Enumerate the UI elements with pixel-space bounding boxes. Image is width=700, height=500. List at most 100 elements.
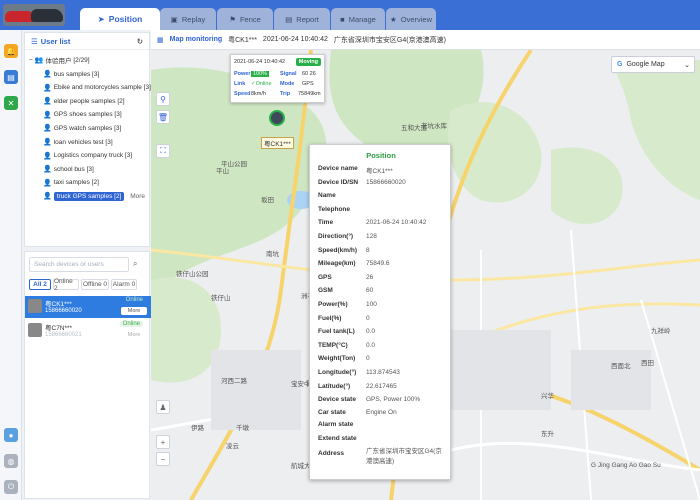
traffic-icon[interactable]: ⚲ bbox=[156, 92, 170, 106]
tree-item[interactable]: 👤 loan vehicles test [3] bbox=[25, 136, 151, 148]
chevron-down-icon: ⌄ bbox=[684, 61, 690, 69]
info-key: Longitude(°) bbox=[318, 369, 357, 376]
info-value: 0.0 bbox=[366, 328, 376, 336]
map-place-label: 河西二路 bbox=[221, 378, 247, 385]
collapse-icon[interactable]: − bbox=[29, 57, 33, 64]
search-icon[interactable]: ⌕ bbox=[133, 259, 137, 269]
tree-item[interactable]: 👤 taxi samples [2] bbox=[25, 177, 151, 189]
map-place-label: 兴华 bbox=[541, 393, 554, 400]
info-value: GPS, Power 100% bbox=[366, 396, 421, 404]
document-icon[interactable]: ▤ bbox=[4, 70, 18, 84]
globe-icon[interactable]: ◍ bbox=[4, 454, 18, 468]
info-value: Engine On bbox=[366, 408, 397, 416]
search-input[interactable]: Search devices or users bbox=[29, 257, 129, 272]
user-icon: 👤 bbox=[43, 98, 52, 106]
side-toolbar: 🔔 ▤ ✕ ● ◍ ⏻ bbox=[0, 30, 22, 500]
map-area[interactable]: ▦ Map monitoring 粤CK1*** 2021-06-24 10:4… bbox=[151, 30, 700, 500]
tree-item-label: truck GPS samples [2] bbox=[53, 191, 125, 201]
map-place-label: G Jing Gang Ao Gao Su bbox=[591, 462, 661, 469]
user-icon[interactable]: ● bbox=[4, 428, 18, 442]
info-value: 22.617465 bbox=[366, 382, 397, 390]
fullscreen-icon[interactable]: ⛶ bbox=[156, 144, 170, 158]
fence-icon: ⚑ bbox=[229, 14, 236, 24]
tab-online[interactable]: Online 2 bbox=[53, 278, 79, 292]
device-row[interactable]: 粤C7N*** 15866660021 Online More bbox=[25, 320, 151, 342]
info-value: 2021-06-24 10:40:42 bbox=[366, 219, 427, 227]
map-header: ▦ Map monitoring 粤CK1*** 2021-06-24 10:4… bbox=[151, 30, 700, 50]
position-info-panel: Position Device name 粤CK1*** Device ID/SN 1… bbox=[309, 144, 451, 480]
tab-manage[interactable]: ■ Manage bbox=[331, 8, 385, 30]
user-icon: 👤 bbox=[43, 111, 52, 119]
more-button[interactable]: More bbox=[121, 307, 147, 315]
power-icon[interactable]: ⏻ bbox=[4, 480, 18, 494]
user-icon: 👤 bbox=[43, 71, 52, 78]
map-place-label: 老坑水库 bbox=[421, 123, 447, 130]
info-key: Car state bbox=[318, 408, 346, 416]
tree-item[interactable]: 👤 GPS watch samples [3] bbox=[25, 122, 151, 134]
tree-item[interactable]: 👤 school bus [3] bbox=[25, 163, 151, 175]
tree-root[interactable]: − 👥 体验用户 [2/29] bbox=[25, 54, 151, 66]
tree-item[interactable]: 👤 elder people samples [2] bbox=[25, 95, 151, 107]
moving-badge: Moving bbox=[295, 58, 321, 66]
info-value: 0 bbox=[366, 314, 370, 322]
map-place-label: 铁仔山 bbox=[211, 295, 231, 302]
star-icon: ★ bbox=[390, 14, 397, 24]
info-key: Extend state bbox=[318, 434, 357, 442]
vehicle-label[interactable]: 粤CK1*** bbox=[261, 137, 294, 149]
users-icon: 👥 bbox=[34, 57, 44, 64]
map-place-label: 平山公园 bbox=[221, 161, 247, 168]
info-key: GSM bbox=[318, 287, 333, 295]
map-type-select[interactable]: G Google Map ⌄ bbox=[611, 56, 695, 73]
info-value: 75849.6 bbox=[366, 260, 390, 268]
map-place-label: 西田 bbox=[641, 360, 654, 367]
device-row[interactable]: 粤CK1*** 15866660020 Online More bbox=[25, 296, 151, 318]
tree-item-label: elder people samples [2] bbox=[53, 97, 125, 105]
vehicle-marker-icon[interactable] bbox=[269, 110, 285, 126]
tab-all[interactable]: All 2 bbox=[29, 279, 51, 290]
tree-item[interactable]: 👤 Logistics company truck [3] bbox=[25, 150, 151, 162]
zoom-in-icon[interactable]: + bbox=[156, 435, 170, 449]
info-key: Latitude(°) bbox=[318, 382, 351, 390]
tab-offline[interactable]: Offline 0 bbox=[81, 279, 109, 290]
map-place-label: 九祥岭 bbox=[651, 328, 671, 335]
info-key: Device name bbox=[318, 165, 358, 172]
user-icon: 👤 bbox=[43, 125, 52, 133]
tools-icon[interactable]: ✕ bbox=[4, 96, 18, 110]
top-nav-bar: ➤ Position ▣ Replay ⚑ Fence ▤ Report ■ Manage… bbox=[0, 0, 700, 30]
tree-item-label: GPS watch samples [3] bbox=[53, 124, 122, 132]
pegman-icon[interactable]: ♟ bbox=[156, 400, 170, 414]
trash-icon[interactable]: 🗑 bbox=[156, 110, 170, 124]
tab-fence[interactable]: ⚑ Fence bbox=[217, 8, 273, 30]
user-icon: 👤 bbox=[43, 139, 52, 146]
info-key: Name bbox=[318, 192, 336, 200]
map-place-label: 南坑 bbox=[266, 251, 279, 258]
tree-item-label: loan vehicles test [3] bbox=[53, 138, 113, 146]
tree-item[interactable]: 👤 Ebike and motorcycles sample [3] bbox=[25, 82, 151, 94]
tab-alarm[interactable]: Alarm 0 bbox=[111, 279, 137, 290]
tree-item[interactable]: 👤 bus samples [3] bbox=[25, 68, 151, 80]
tree-item[interactable]: 👤 GPS shoes samples [3] bbox=[25, 109, 151, 121]
map-place-label: 东升 bbox=[541, 431, 554, 438]
bell-icon[interactable]: 🔔 bbox=[4, 44, 18, 58]
info-value: 粤CK1*** bbox=[366, 168, 393, 175]
info-value: 100 bbox=[366, 301, 377, 308]
more-button[interactable]: More bbox=[121, 331, 147, 339]
tab-overview[interactable]: ★ Overview bbox=[386, 8, 436, 30]
zoom-out-icon[interactable]: − bbox=[156, 452, 170, 466]
manage-icon: ■ bbox=[340, 14, 345, 24]
user-icon: 👤 bbox=[43, 179, 52, 187]
tree-item-label: taxi samples [2] bbox=[53, 179, 99, 187]
info-key: Power(%) bbox=[318, 301, 348, 308]
chart-icon: ▤ bbox=[285, 14, 293, 24]
tab-replay[interactable]: ▣ Replay bbox=[160, 8, 216, 30]
tab-position[interactable]: ➤ Position bbox=[80, 8, 160, 30]
info-value: 26 bbox=[366, 273, 374, 281]
info-value: 15866660020 bbox=[366, 178, 406, 186]
info-value: 128 bbox=[366, 233, 377, 240]
map-place-label: 铁仔山公园 bbox=[176, 271, 209, 278]
tab-report[interactable]: ▤ Report bbox=[274, 8, 330, 30]
tree-item[interactable]: 👤 truck GPS samples [2] More bbox=[25, 190, 151, 202]
refresh-icon[interactable]: ↻ bbox=[137, 37, 143, 46]
user-icon: 👤 bbox=[43, 152, 52, 160]
more-link[interactable]: More bbox=[130, 193, 145, 200]
